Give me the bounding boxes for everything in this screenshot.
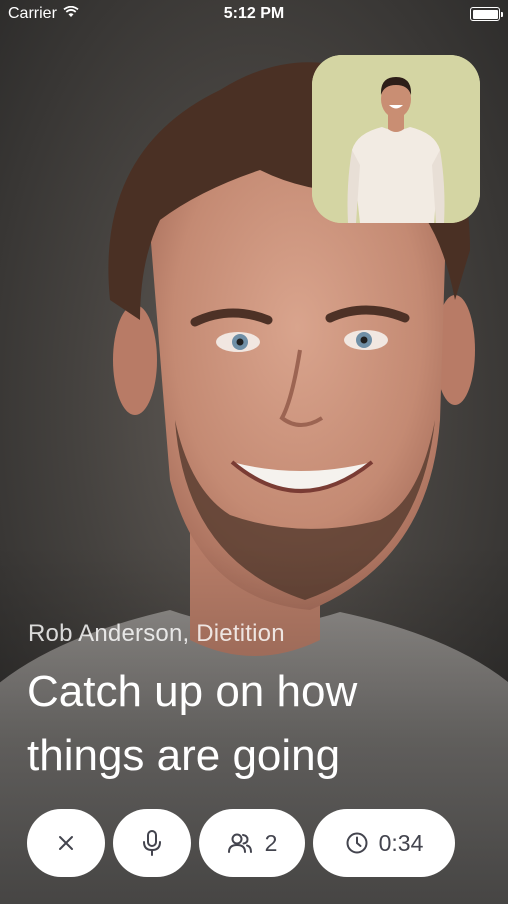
clock-icon bbox=[346, 832, 368, 854]
call-timer[interactable]: 0:34 bbox=[313, 809, 455, 877]
mute-button[interactable] bbox=[113, 809, 191, 877]
participants-count: 2 bbox=[264, 829, 278, 856]
self-person-image bbox=[312, 55, 480, 223]
call-topic-headline: Catch up on how things are going bbox=[27, 667, 358, 780]
status-bar: Carrier 5:12 PM bbox=[0, 0, 508, 28]
status-time: 5:12 PM bbox=[223, 5, 285, 22]
video-call-screen: Carrier 5:12 PM Rob Anderson, Dietition … bbox=[0, 0, 508, 904]
microphone-icon bbox=[143, 830, 161, 856]
call-duration: 0:34 bbox=[378, 829, 424, 856]
end-call-button[interactable] bbox=[27, 809, 105, 877]
call-controls: 2 0:34 bbox=[27, 809, 455, 877]
caller-name: Rob Anderson, Dietition bbox=[28, 620, 285, 647]
close-icon bbox=[59, 836, 73, 850]
battery-icon bbox=[470, 7, 503, 21]
people-icon bbox=[227, 833, 252, 853]
participants-button[interactable]: 2 bbox=[199, 809, 305, 877]
self-view-video[interactable] bbox=[312, 55, 480, 223]
